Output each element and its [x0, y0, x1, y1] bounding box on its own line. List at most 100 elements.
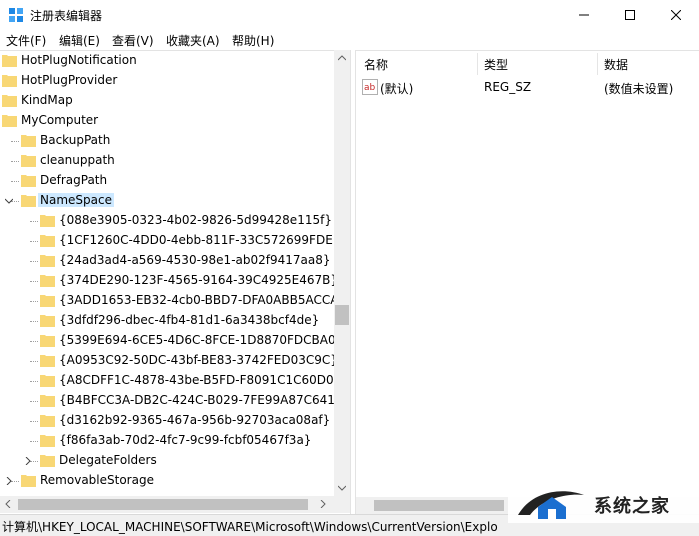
scroll-right-icon[interactable] [320, 500, 326, 508]
maximize-icon [625, 10, 635, 20]
tree-node[interactable]: {A0953C92-50DC-43bf-BE83-3742FED03C9C} [0, 351, 338, 371]
tree-guide-line [11, 181, 19, 182]
expanded-chevron-icon[interactable] [5, 197, 13, 205]
tree-node-label: {A8CDFF1C-4878-43be-B5FD-F8091C1C60D0} [59, 373, 342, 387]
tree-node[interactable]: {f86fa3ab-70d2-4fc7-9c99-fcbf05467f3a} [0, 431, 334, 451]
folder-icon [40, 235, 55, 247]
folder-icon [2, 115, 17, 127]
tree-node-label: {3ADD1653-EB32-4cb0-BBD7-DFA0ABB5ACCA} [59, 293, 347, 307]
folder-icon [40, 315, 55, 327]
tree-guide-line [30, 421, 38, 422]
collapsed-chevron-icon[interactable] [5, 477, 13, 485]
tree-vscroll-thumb[interactable] [335, 305, 349, 325]
tree-guide-line [11, 161, 19, 162]
folder-icon [40, 355, 55, 367]
folder-icon [40, 335, 55, 347]
tree-node[interactable]: RemovableStorage [0, 471, 334, 491]
tree-node-label: MyComputer [21, 113, 99, 127]
column-separator[interactable] [597, 53, 598, 75]
tree-node-label: {374DE290-123F-4565-9164-39C4925E467B} [59, 273, 339, 287]
menu-favorites[interactable]: 收藏夹(A) [166, 32, 220, 49]
column-header-data[interactable]: 数据 [604, 56, 628, 73]
tree-node-label: HotPlugNotification [21, 53, 137, 67]
minimize-button[interactable] [561, 0, 607, 30]
collapsed-chevron-icon[interactable] [24, 457, 32, 465]
column-header-type[interactable]: 类型 [484, 56, 508, 73]
site-watermark: 系统之家 [508, 483, 699, 523]
tree-guide-line [30, 241, 38, 242]
column-header-name[interactable]: 名称 [364, 56, 388, 73]
tree-node[interactable]: {5399E694-6CE5-4D6C-8FCE-1D8870FDCBA0} [0, 331, 343, 351]
tree-node[interactable]: {3ADD1653-EB32-4cb0-BBD7-DFA0ABB5ACCA} [0, 291, 346, 311]
folder-icon [21, 135, 36, 147]
tree-guide-line [30, 381, 38, 382]
menu-file[interactable]: 文件(F) [6, 32, 46, 49]
tree-node[interactable]: {24ad3ad4-a569-4530-98e1-ab02f9417aa8} [0, 251, 334, 271]
tree-node[interactable]: BackupPath [0, 131, 334, 151]
value-name: (默认) [380, 82, 414, 96]
tree-node-label: {d3162b92-9365-467a-956b-92703aca08af} [59, 413, 331, 427]
tree-node[interactable]: {3dfdf296-dbec-4fb4-81d1-6a3438bcf4de} [0, 311, 334, 331]
tree-node[interactable]: {B4BFCC3A-DB2C-424C-B029-7FE99A87C641} [0, 391, 343, 411]
values-list[interactable]: 名称 类型 数据 ab (默认) REG_SZ (数值未设置) [355, 50, 699, 514]
tree-node[interactable]: {A8CDFF1C-4878-43be-B5FD-F8091C1C60D0} [0, 371, 341, 391]
tree-node[interactable]: cleanuppath [0, 151, 334, 171]
window-title: 注册表编辑器 [30, 9, 103, 23]
tree-node[interactable]: {1CF1260C-4DD0-4ebb-811F-33C572699FDE} [0, 231, 340, 251]
registry-path: 计算机\HKEY_LOCAL_MACHINE\SOFTWARE\Microsof… [2, 520, 498, 534]
tree-node-label: {1CF1260C-4DD0-4ebb-811F-33C572699FDE} [59, 233, 341, 247]
value-type: REG_SZ [484, 80, 532, 94]
list-hscroll-thumb[interactable] [374, 500, 504, 511]
close-button[interactable] [653, 0, 699, 30]
scroll-left-icon[interactable] [5, 500, 11, 508]
scroll-down-icon[interactable] [338, 485, 346, 491]
tree-node-label: BackupPath [40, 133, 111, 147]
tree-node-label: {A0953C92-50DC-43bf-BE83-3742FED03C9C} [59, 353, 338, 367]
tree-node-label: RemovableStorage [40, 473, 154, 487]
menu-bar: 文件(F) 编辑(E) 查看(V) 收藏夹(A) 帮助(H) [0, 30, 699, 50]
tree-node[interactable]: DelegateFolders [0, 451, 334, 471]
tree-node-label: {088e3905-0323-4b02-9826-5d99428e115f} [59, 213, 332, 227]
tree-node[interactable]: HotPlugProvider [0, 71, 334, 91]
menu-view[interactable]: 查看(V) [112, 32, 154, 49]
folder-icon [40, 455, 55, 467]
tree-horizontal-scrollbar[interactable] [0, 496, 350, 513]
tree-hscroll-thumb[interactable] [18, 499, 308, 510]
tree-node[interactable]: {374DE290-123F-4565-9164-39C4925E467B} [0, 271, 338, 291]
folder-icon [21, 475, 36, 487]
tree-guide-line [30, 281, 38, 282]
tree-node-label: {24ad3ad4-a569-4530-98e1-ab02f9417aa8} [59, 253, 331, 267]
title-bar: 注册表编辑器 [0, 0, 699, 30]
column-separator[interactable] [477, 53, 478, 75]
close-icon [671, 10, 681, 20]
maximize-button[interactable] [607, 0, 653, 30]
tree-guide-line [30, 301, 38, 302]
value-row[interactable]: ab (默认) REG_SZ (数值未设置) [360, 77, 696, 97]
svg-text:ab: ab [364, 83, 376, 93]
registry-tree[interactable]: HotPlugNotification HotPlugProvider KindMa… [0, 50, 351, 514]
folder-icon [40, 275, 55, 287]
tree-node[interactable]: KindMap [0, 91, 334, 111]
tree-node[interactable]: HotPlugNotification [0, 51, 334, 71]
folder-icon [40, 415, 55, 427]
tree-node[interactable]: DefragPath [0, 171, 334, 191]
scroll-up-icon[interactable] [338, 55, 346, 61]
tree-node[interactable]: MyComputer [0, 111, 334, 131]
tree-node-label: {B4BFCC3A-DB2C-424C-B029-7FE99A87C641} [59, 393, 343, 407]
ab-string-icon: ab [362, 79, 378, 95]
tree-node-label: {5399E694-6CE5-4D6C-8FCE-1D8870FDCBA0} [59, 333, 344, 347]
tree-node[interactable]: {d3162b92-9365-467a-956b-92703aca08af} [0, 411, 334, 431]
folder-icon [40, 395, 55, 407]
tree-node-label: DefragPath [40, 173, 108, 187]
tree-node[interactable]: NameSpace [0, 191, 334, 211]
tree-node[interactable]: {088e3905-0323-4b02-9826-5d99428e115f} [0, 211, 334, 231]
tree-node-label: HotPlugProvider [21, 73, 118, 87]
folder-icon [2, 95, 17, 107]
tree-guide-line [30, 361, 38, 362]
tree-vertical-scrollbar[interactable] [334, 50, 350, 496]
menu-help[interactable]: 帮助(H) [232, 32, 274, 49]
folder-icon [2, 55, 17, 67]
menu-edit[interactable]: 编辑(E) [59, 32, 100, 49]
tree-node-label: cleanuppath [40, 153, 115, 167]
minimize-icon [579, 14, 589, 16]
